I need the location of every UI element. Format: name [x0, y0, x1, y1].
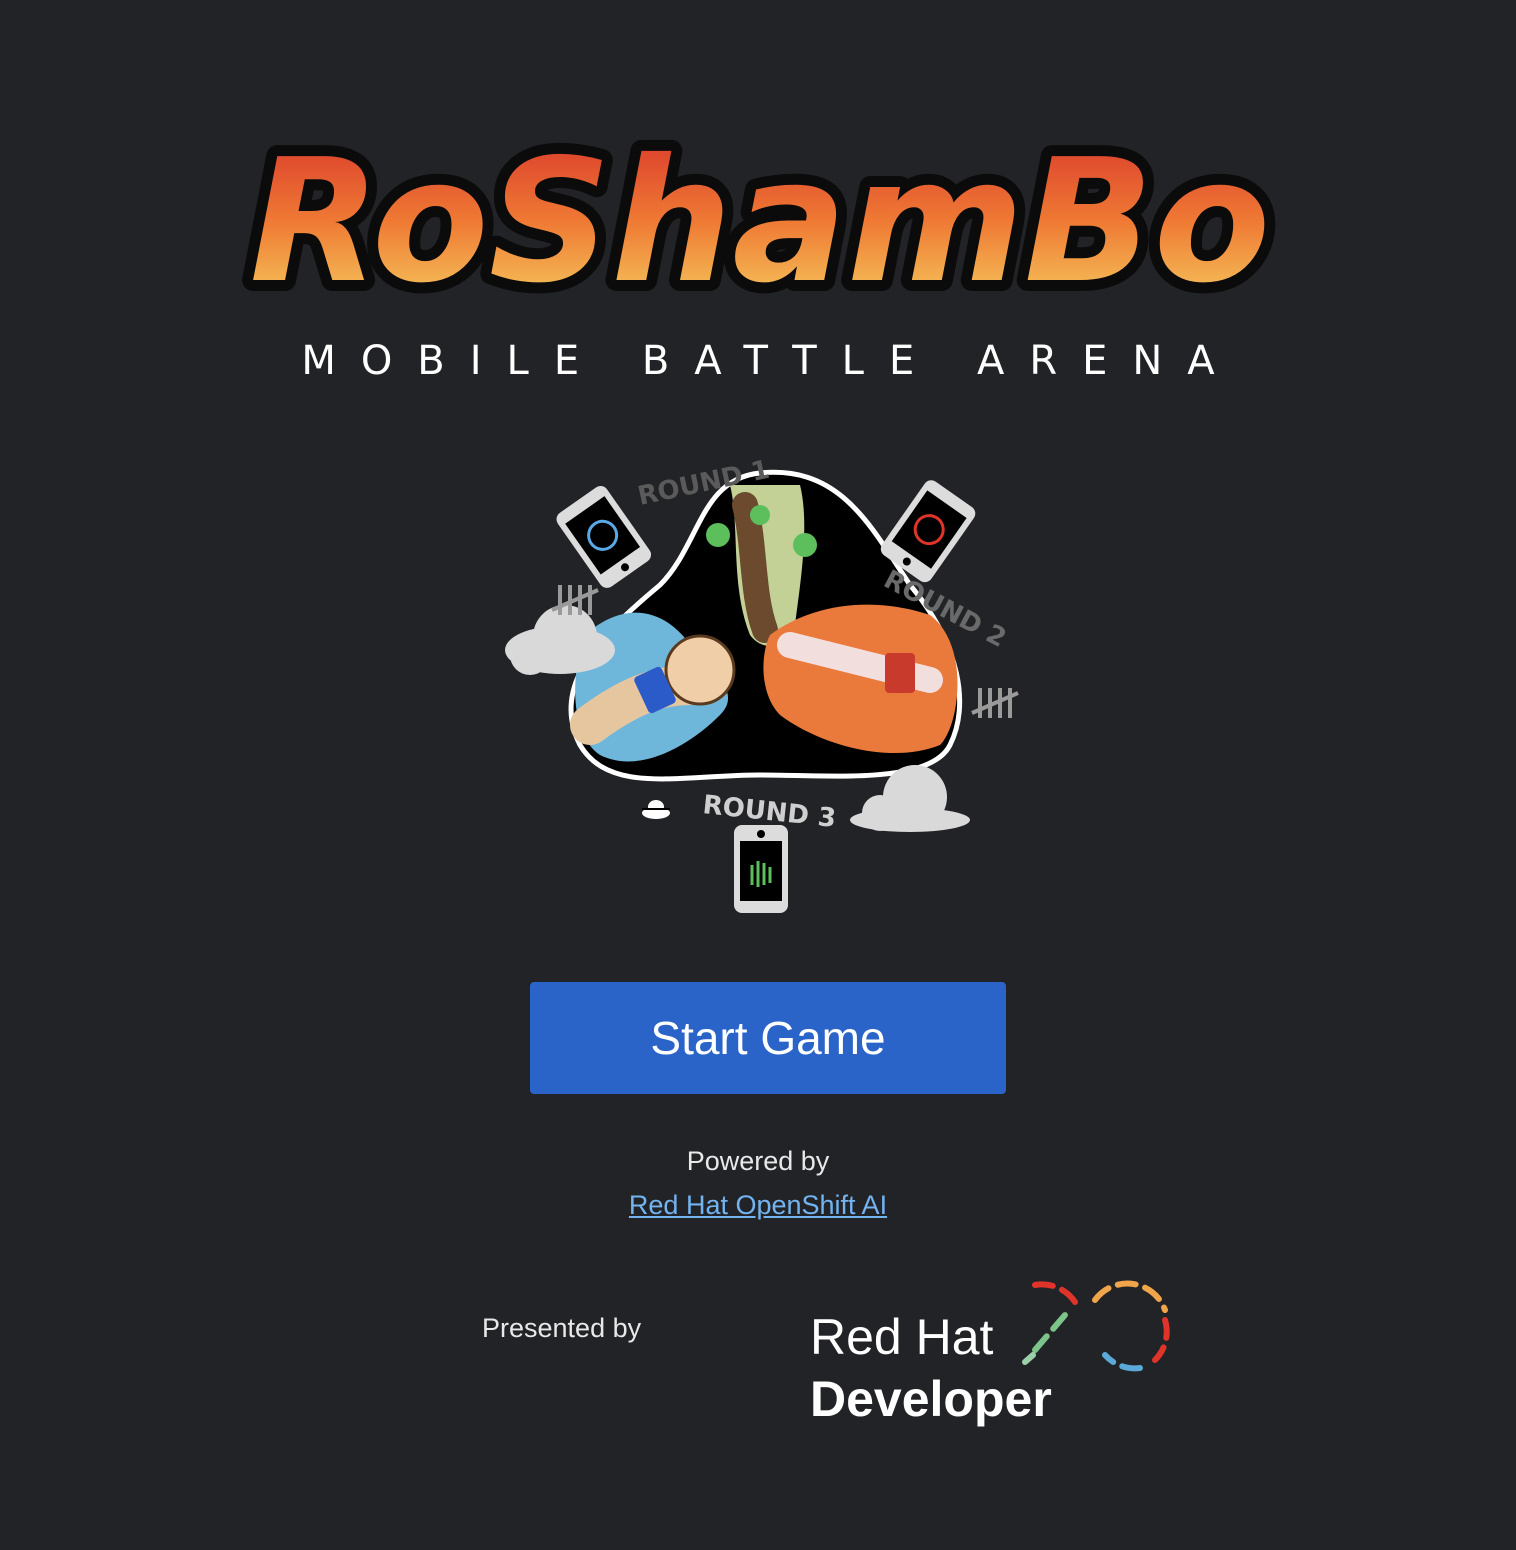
openshift-ai-link-wrapper: Red Hat OpenShift AI — [0, 1190, 1516, 1221]
openshift-ai-link[interactable]: Red Hat OpenShift AI — [629, 1190, 887, 1220]
start-game-button[interactable]: Start Game — [530, 982, 1006, 1094]
phone-icon-bottom — [734, 825, 788, 913]
cloud-icon-left — [505, 605, 615, 675]
logo-subtitle: MOBILE BATTLE ARENA — [301, 338, 1240, 384]
infinity-icon — [1022, 1280, 1170, 1372]
brand-line-1: Red Hat — [810, 1309, 994, 1365]
roshambo-logo: RoShamBo RoShamBo — [239, 112, 1282, 320]
logo-title: RoShamBo — [250, 123, 1271, 320]
red-hat-mini-icon — [642, 800, 670, 819]
landing-page: RoShamBo RoShamBo MOBILE BATTLE ARENA RO… — [0, 0, 1516, 1550]
red-hat-developer-logo[interactable]: Red Hat Developer — [805, 1280, 1175, 1440]
presented-by-label: Presented by — [482, 1313, 642, 1343]
battle-illustration: ROUND 1 ROUND 2 ROUND 3 — [505, 455, 1019, 913]
powered-by-label: Powered by — [686, 1146, 830, 1176]
tally-marks-right — [971, 688, 1019, 718]
